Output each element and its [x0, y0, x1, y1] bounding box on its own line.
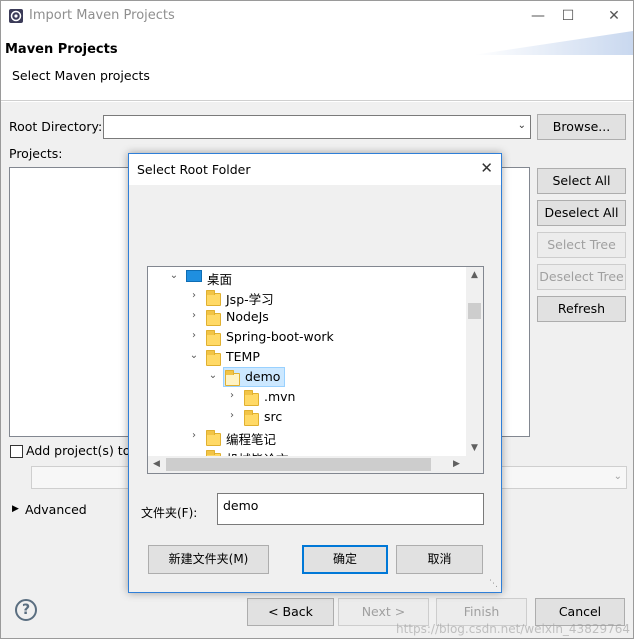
header-banner-graphic	[473, 31, 633, 55]
chevron-right-icon[interactable]: ›	[188, 430, 200, 442]
folder-icon	[206, 310, 221, 326]
projects-label: Projects:	[9, 146, 63, 161]
chevron-down-icon[interactable]: ⌄	[614, 471, 622, 482]
folder-icon	[244, 410, 259, 426]
tree-item-label: demo	[245, 369, 281, 384]
tree-item-selected[interactable]: ⌄ demo	[148, 367, 466, 387]
tree-item-label: Spring-boot-work	[226, 329, 334, 344]
scroll-left-icon[interactable]: ◀	[148, 456, 165, 473]
scroll-down-icon[interactable]: ▼	[466, 440, 483, 457]
title-bar[interactable]: Import Maven Projects — ☐ ✕	[1, 1, 633, 31]
scroll-corner	[466, 456, 483, 473]
folder-icon	[206, 330, 221, 346]
dialog-close-icon[interactable]: ✕	[480, 159, 493, 177]
horizontal-scroll-thumb[interactable]	[166, 458, 431, 471]
select-root-folder-dialog: Select Root Folder ✕ ⌄ 桌面 › Jsp-学习 › Nod…	[128, 153, 502, 593]
dialog-title-bar[interactable]: Select Root Folder ✕	[129, 154, 501, 185]
select-all-button[interactable]: Select All	[537, 168, 626, 194]
tree-item[interactable]: › NodeJs	[148, 307, 466, 327]
folder-icon	[206, 430, 221, 446]
add-projects-label: Add project(s) to	[26, 443, 131, 458]
close-button[interactable]: ✕	[599, 5, 629, 27]
watermark: https://blog.csdn.net/weixin_43829764	[395, 622, 630, 636]
chevron-right-icon[interactable]: ›	[226, 410, 238, 422]
tree-item[interactable]: › src	[148, 407, 466, 427]
add-projects-checkbox[interactable]	[10, 445, 23, 458]
tree-item-label: 编程笔记	[226, 432, 277, 447]
help-icon[interactable]: ?	[15, 599, 37, 621]
new-folder-button[interactable]: 新建文件夹(M)	[148, 545, 269, 574]
minimize-button[interactable]: —	[523, 5, 553, 27]
scroll-up-icon[interactable]: ▲	[466, 267, 483, 284]
deselect-tree-button[interactable]: Deselect Tree	[537, 264, 626, 290]
resize-grip-icon[interactable]: ⋱	[489, 579, 498, 589]
page-subtitle: Select Maven projects	[12, 68, 150, 83]
advanced-expand-icon[interactable]: ▶	[12, 504, 19, 514]
tree-item-label: NodeJs	[226, 309, 269, 324]
tree-item-label: Jsp-学习	[226, 292, 274, 307]
root-directory-label: Root Directory:	[9, 119, 103, 134]
folder-icon	[206, 290, 221, 306]
folder-icon	[206, 350, 221, 366]
folder-input[interactable]: demo	[217, 493, 484, 525]
scroll-right-icon[interactable]: ▶	[448, 456, 465, 473]
folder-label: 文件夹(F):	[141, 506, 198, 520]
chevron-right-icon[interactable]: ›	[226, 390, 238, 402]
desktop-icon	[186, 270, 202, 282]
page-title: Maven Projects	[5, 42, 118, 57]
chevron-down-icon[interactable]: ⌄	[188, 350, 200, 362]
eclipse-app-icon	[9, 9, 23, 23]
refresh-button[interactable]: Refresh	[537, 296, 626, 322]
chevron-right-icon[interactable]: ›	[188, 330, 200, 342]
horizontal-scrollbar[interactable]: ◀ ▶	[148, 456, 466, 473]
tree-item[interactable]: › 编程笔记	[148, 427, 466, 447]
window-title: Import Maven Projects	[29, 8, 175, 23]
maximize-button[interactable]: ☐	[553, 5, 583, 27]
dialog-title: Select Root Folder	[137, 162, 251, 177]
chevron-right-icon[interactable]: ›	[188, 310, 200, 322]
chevron-down-icon[interactable]: ⌄	[168, 270, 180, 282]
ok-button[interactable]: 确定	[302, 545, 388, 574]
vertical-scrollbar[interactable]: ▲ ▼	[466, 267, 483, 457]
select-tree-button[interactable]: Select Tree	[537, 232, 626, 258]
tree-item-label: TEMP	[226, 349, 260, 364]
tree-item-desktop[interactable]: ⌄ 桌面	[148, 267, 466, 287]
chevron-down-icon[interactable]: ⌄	[207, 370, 219, 382]
folder-open-icon	[225, 370, 240, 386]
folder-icon	[244, 390, 259, 406]
deselect-all-button[interactable]: Deselect All	[537, 200, 626, 226]
tree-item-label: 桌面	[207, 272, 233, 287]
dialog-cancel-button[interactable]: 取消	[396, 545, 483, 574]
tree-item[interactable]: › .mvn	[148, 387, 466, 407]
chevron-down-icon[interactable]: ⌄	[518, 120, 526, 131]
browse-button[interactable]: Browse...	[537, 114, 626, 140]
folder-tree[interactable]: ⌄ 桌面 › Jsp-学习 › NodeJs › Spring-boot-wor…	[147, 266, 484, 474]
wizard-header: Maven Projects Select Maven projects	[1, 31, 633, 101]
back-button[interactable]: < Back	[247, 598, 334, 626]
tree-item-label: .mvn	[264, 389, 296, 404]
root-directory-combo[interactable]: ⌄	[103, 115, 531, 139]
tree-item-label: src	[264, 409, 283, 424]
chevron-right-icon[interactable]: ›	[188, 290, 200, 302]
advanced-label[interactable]: Advanced	[25, 502, 87, 517]
tree-item[interactable]: ⌄ TEMP	[148, 347, 466, 367]
vertical-scroll-thumb[interactable]	[468, 303, 481, 319]
tree-item[interactable]: › Jsp-学习	[148, 287, 466, 307]
tree-item[interactable]: › Spring-boot-work	[148, 327, 466, 347]
